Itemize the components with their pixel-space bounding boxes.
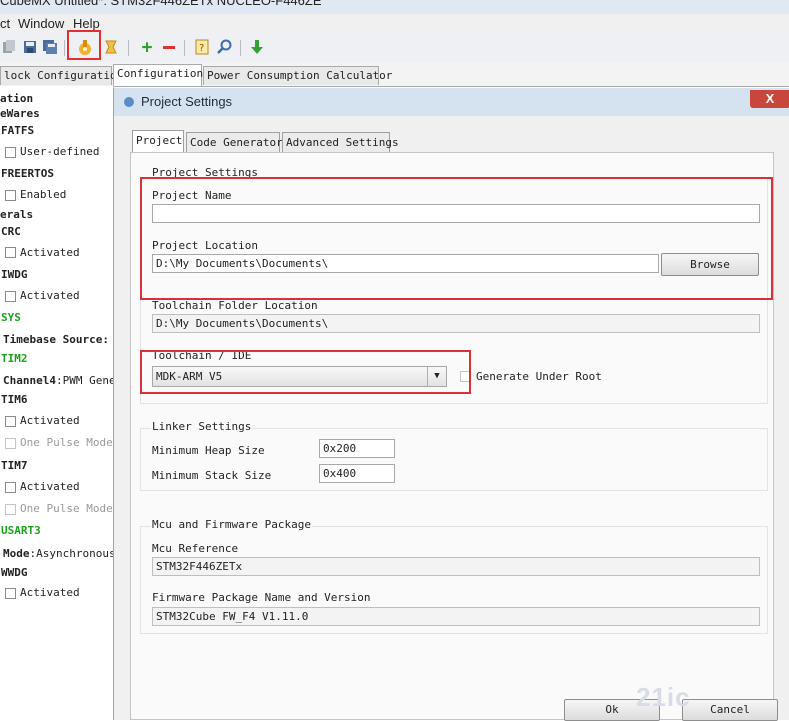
- tree-item-crc[interactable]: CRC: [1, 225, 21, 238]
- tab-code-generator[interactable]: Code Generator: [186, 132, 283, 152]
- remove-icon[interactable]: [160, 38, 178, 56]
- min-heap-size-input[interactable]: 0x200: [319, 439, 395, 458]
- crc-activated-label: Activated: [20, 246, 80, 259]
- wwdg-activated-label: Activated: [20, 586, 80, 599]
- dialog-title: Project Settings: [141, 94, 233, 109]
- report-icon[interactable]: [102, 38, 120, 56]
- search-icon[interactable]: [215, 38, 233, 56]
- tree-header-middleware: ation: [0, 92, 34, 105]
- linker-settings-heading: Linker Settings: [151, 420, 253, 433]
- cancel-button[interactable]: Cancel: [682, 699, 778, 721]
- tim6-activated-checkbox[interactable]: [5, 416, 16, 427]
- tree-item-fatfs[interactable]: FATFS: [1, 124, 34, 137]
- usart3-mode-setting[interactable]: Mode:Asynchronous: [3, 547, 114, 560]
- download-icon[interactable]: [248, 38, 266, 56]
- menu-bar: ct Window Help: [0, 14, 789, 34]
- tab-advanced-settings[interactable]: Advanced Settings: [282, 132, 399, 152]
- channel4-value: PWM Gene: [62, 374, 114, 387]
- firmware-package-label: Firmware Package Name and Version: [152, 591, 371, 604]
- tree-header-middlewares: eWares: [0, 107, 40, 120]
- min-stack-size-input[interactable]: 0x400: [319, 464, 395, 483]
- min-heap-size-label: Minimum Heap Size: [152, 444, 265, 457]
- copy-icon[interactable]: [0, 38, 18, 56]
- toolchain-highlight: [140, 350, 471, 394]
- tab-configuration[interactable]: Configuration: [113, 64, 203, 86]
- window-title-bar: CubeMX Untitled*: STM32F446ZETx NUCLEO-F…: [0, 0, 789, 14]
- fatfs-user-defined-label: User-defined: [20, 145, 100, 158]
- toolbar: + ?: [0, 34, 789, 63]
- firmware-package-input[interactable]: STM32Cube FW_F4 V1.11.0: [152, 607, 760, 626]
- crc-activated-checkbox[interactable]: [5, 247, 16, 258]
- tim2-channel4-setting[interactable]: Channel4:PWM Gene: [3, 374, 114, 387]
- tim7-activated-checkbox[interactable]: [5, 482, 16, 493]
- project-settings-dialog: Project Settings X Project Code Generato…: [113, 88, 789, 721]
- tree-item-tim6[interactable]: TIM6: [1, 393, 28, 406]
- fatfs-user-defined-checkbox[interactable]: [5, 147, 16, 158]
- configuration-tree: ation eWares FATFS User-defined FREERTOS…: [0, 86, 114, 720]
- mcu-reference-label: Mcu Reference: [152, 542, 239, 555]
- tim6-one-pulse-checkbox[interactable]: [5, 438, 16, 449]
- mcu-reference-input[interactable]: STM32F446ZETx: [152, 557, 760, 576]
- project-name-location-highlight: [140, 177, 773, 300]
- generate-under-root-label: Generate Under Root: [476, 370, 602, 383]
- add-icon[interactable]: +: [138, 37, 156, 58]
- toolchain-folder-label: Toolchain Folder Location: [152, 299, 318, 312]
- tab-project[interactable]: Project: [132, 130, 184, 153]
- tree-header-peripherals: erals: [0, 208, 34, 221]
- toolbar-separator: [128, 40, 129, 56]
- dialog-title-bar: Project Settings X: [114, 88, 789, 116]
- menu-help[interactable]: Help: [73, 16, 100, 31]
- freertos-enabled-checkbox[interactable]: [5, 190, 16, 201]
- window-title: CubeMX Untitled*: STM32F446ZETx NUCLEO-F…: [0, 0, 322, 8]
- toolchain-folder-input[interactable]: D:\My Documents\Documents\: [152, 314, 760, 333]
- min-stack-size-label: Minimum Stack Size: [152, 469, 272, 482]
- toolbar-separator: [64, 40, 65, 56]
- tim6-activated-label: Activated: [20, 414, 80, 427]
- tab-clock-configuration[interactable]: lock Configuration: [0, 66, 123, 85]
- tree-item-sys[interactable]: SYS: [1, 311, 21, 324]
- toolbar-separator: [240, 40, 241, 56]
- mode-value: Asynchronous: [36, 547, 114, 560]
- mcu-firmware-heading: Mcu and Firmware Package: [151, 518, 312, 531]
- toolbar-separator: [184, 40, 185, 56]
- tree-item-wwdg[interactable]: WWDG: [1, 566, 28, 579]
- channel4-label: Channel4: [3, 374, 56, 387]
- sys-timebase-source-label: Timebase Source:: [3, 333, 109, 346]
- menu-project[interactable]: ct: [0, 16, 10, 31]
- mode-label: Mode: [3, 547, 30, 560]
- tree-item-freertos[interactable]: FREERTOS: [1, 167, 54, 180]
- close-button[interactable]: X: [750, 90, 789, 108]
- tree-item-usart3[interactable]: USART3: [1, 524, 41, 537]
- save-icon[interactable]: [21, 38, 39, 56]
- main-tab-bar: lock Configuration Configuration Power C…: [0, 62, 789, 87]
- tree-item-iwdg[interactable]: IWDG: [1, 268, 28, 281]
- iwdg-activated-label: Activated: [20, 289, 80, 302]
- generate-code-highlight: [67, 30, 101, 60]
- svg-text:?: ?: [199, 43, 204, 54]
- freertos-enabled-label: Enabled: [20, 188, 67, 201]
- tree-item-tim2[interactable]: TIM2: [1, 352, 28, 365]
- tim7-one-pulse-label: One Pulse Mode: [20, 502, 113, 515]
- tim7-activated-label: Activated: [20, 480, 80, 493]
- help-icon[interactable]: ?: [193, 38, 211, 56]
- site-watermark-logo: 21ic: [636, 682, 691, 712]
- tim7-one-pulse-checkbox[interactable]: [5, 504, 16, 515]
- dialog-app-icon: [124, 97, 134, 107]
- iwdg-activated-checkbox[interactable]: [5, 291, 16, 302]
- save-as-icon[interactable]: [41, 38, 59, 56]
- tim6-one-pulse-label: One Pulse Mode: [20, 436, 113, 449]
- timebase-source-text: Timebase Source: [3, 333, 103, 346]
- menu-window[interactable]: Window: [18, 16, 64, 31]
- wwdg-activated-checkbox[interactable]: [5, 588, 16, 599]
- tree-item-tim7[interactable]: TIM7: [1, 459, 28, 472]
- tab-power-consumption[interactable]: Power Consumption Calculator: [203, 66, 392, 85]
